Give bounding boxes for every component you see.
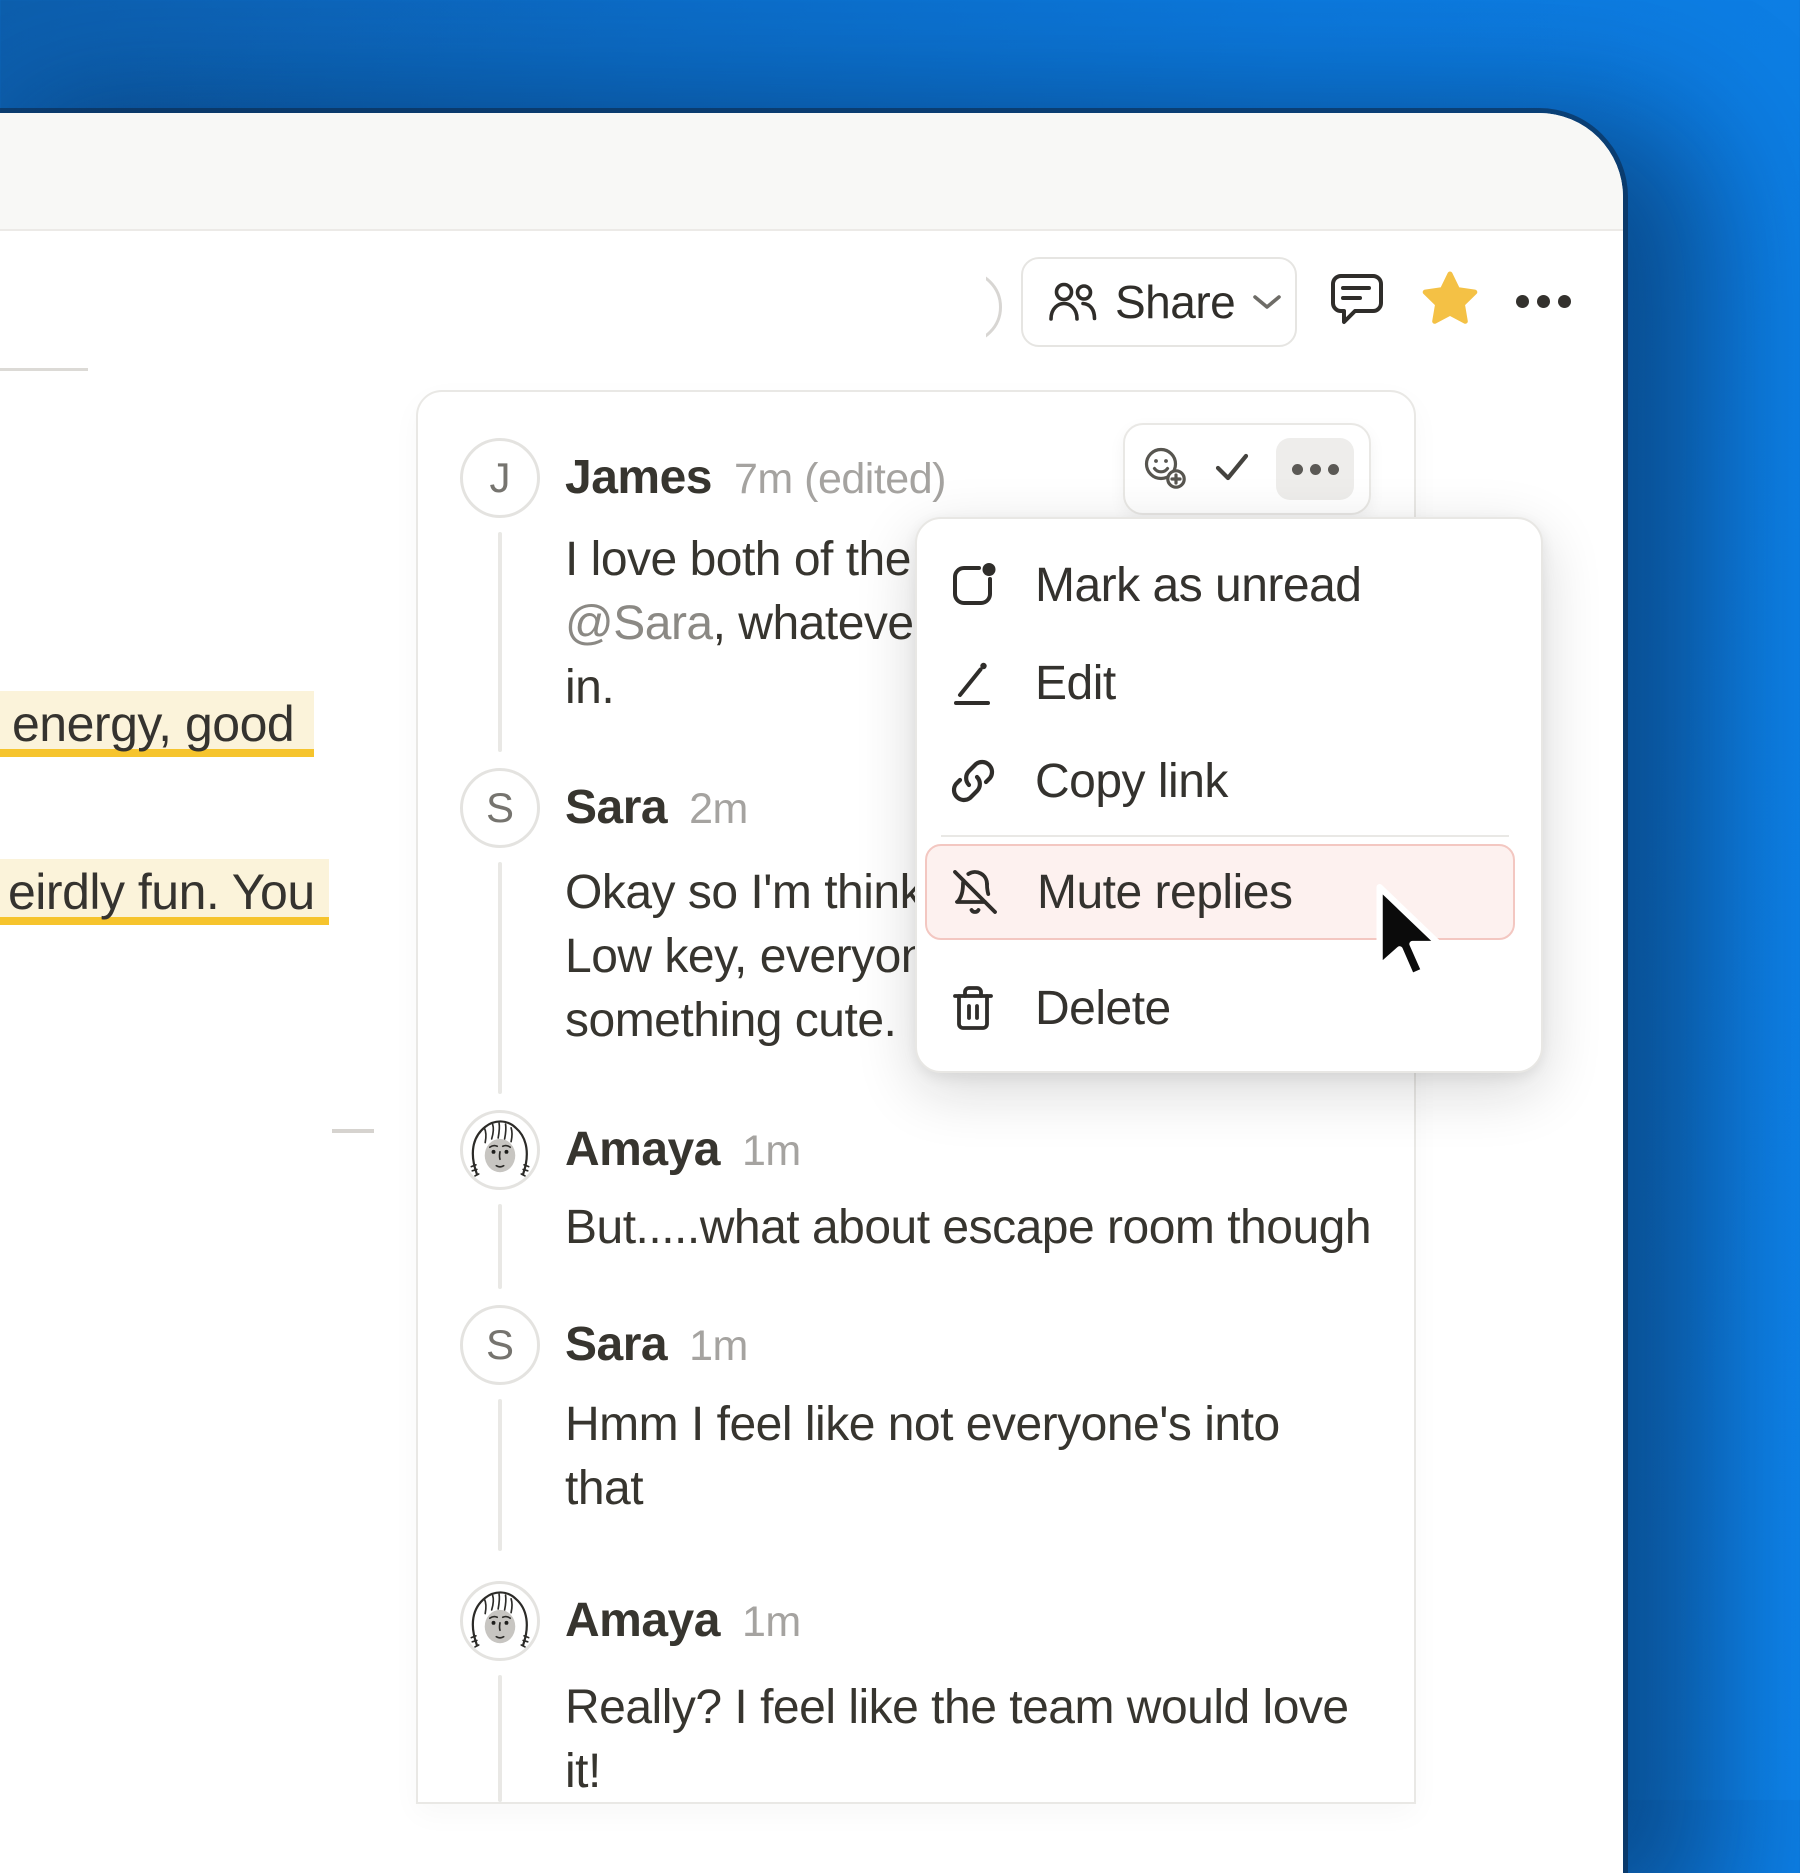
comment-timestamp: 7m (edited) bbox=[734, 455, 946, 503]
chevron-down-icon bbox=[1251, 293, 1283, 311]
ellipsis-icon bbox=[1516, 295, 1571, 308]
menu-item-label: Mark as unread bbox=[1035, 558, 1362, 613]
comment-hover-toolbar bbox=[1123, 423, 1371, 515]
thread-connector-line bbox=[498, 862, 502, 1094]
people-icon bbox=[1047, 279, 1099, 325]
avatar-amaya bbox=[460, 1110, 540, 1190]
user-mention[interactable]: @Sara bbox=[565, 597, 713, 650]
text-segment: that bbox=[565, 1462, 643, 1515]
comment-header: James 7m (edited) bbox=[565, 446, 946, 510]
comment-text-line: But.....what about escape room though bbox=[565, 1196, 1377, 1260]
text-segment: Really? I feel like the team would love bbox=[565, 1681, 1349, 1734]
emoji-plus-icon bbox=[1141, 444, 1187, 495]
add-reaction-button[interactable] bbox=[1140, 445, 1188, 493]
text-segment: I love both of the bbox=[565, 533, 911, 586]
menu-item-label: Mute replies bbox=[1037, 865, 1292, 920]
share-button[interactable]: Share bbox=[1021, 257, 1297, 347]
comment-author: Sara bbox=[565, 1318, 667, 1371]
check-icon bbox=[1211, 447, 1253, 492]
avatar-james: J bbox=[460, 438, 540, 518]
comment-header: Sara 1m bbox=[565, 1313, 748, 1377]
bell-off-icon bbox=[951, 868, 999, 916]
menu-item-label: Edit bbox=[1035, 656, 1116, 711]
text-segment: Hmm I feel like not everyone's into bbox=[565, 1398, 1280, 1451]
comment-author: Sara bbox=[565, 781, 667, 834]
comments-button[interactable] bbox=[1326, 270, 1388, 332]
menu-item-label: Delete bbox=[1035, 981, 1171, 1036]
copy-link-icon bbox=[949, 757, 997, 805]
text-segment: in. bbox=[565, 661, 614, 714]
text-segment: Okay so I'm think bbox=[565, 866, 923, 919]
text-segment: , whatever bbox=[713, 597, 929, 650]
comment-text-line: Hmm I feel like not everyone's into bbox=[565, 1393, 1377, 1457]
edit-icon bbox=[949, 659, 997, 707]
comment-timestamp: 1m bbox=[689, 1322, 748, 1370]
thread-connector-line bbox=[498, 1399, 502, 1551]
comment-timestamp: 1m bbox=[742, 1127, 801, 1175]
text-segment: it! bbox=[565, 1745, 601, 1798]
comment-connector-dash bbox=[332, 1129, 374, 1133]
comment-context-menu: Mark as unread Edit Copy link Mute replies D… bbox=[915, 517, 1543, 1073]
comment-bubble-icon bbox=[1329, 272, 1385, 331]
menu-item-copy-link[interactable]: Copy link bbox=[925, 733, 1531, 829]
comment-text-line: that bbox=[565, 1457, 1377, 1521]
comment-author: Amaya bbox=[565, 1123, 720, 1176]
ellipsis-icon bbox=[1292, 464, 1339, 475]
window-more-button[interactable] bbox=[1510, 286, 1576, 316]
ui-layer: Share energy, good eirdly fun. bbox=[0, 0, 1800, 1800]
favorite-button[interactable] bbox=[1418, 270, 1482, 332]
star-icon bbox=[1421, 271, 1479, 332]
avatar-sara: S bbox=[460, 768, 540, 848]
comment-text-line: it! bbox=[565, 1740, 1377, 1804]
comment-timestamp: 2m bbox=[689, 785, 748, 833]
doc-highlight-2[interactable]: eirdly fun. You bbox=[0, 859, 329, 925]
trash-icon bbox=[949, 984, 997, 1032]
doc-divider-line bbox=[0, 368, 88, 371]
comment-timestamp: 1m bbox=[742, 1598, 801, 1646]
resolve-button[interactable] bbox=[1210, 447, 1254, 491]
avatar-crescent bbox=[928, 270, 1002, 344]
avatar-sara: S bbox=[460, 1305, 540, 1385]
comment-author: Amaya bbox=[565, 1594, 720, 1647]
thread-connector-line bbox=[498, 532, 502, 752]
menu-item-label: Copy link bbox=[1035, 754, 1228, 809]
comment-header: Amaya 1m bbox=[565, 1589, 801, 1653]
text-segment: Low key, everyon bbox=[565, 930, 927, 983]
avatar-amaya bbox=[460, 1581, 540, 1661]
thread-connector-line bbox=[498, 1204, 502, 1289]
text-segment: But.....what about escape room though bbox=[565, 1201, 1371, 1254]
mouse-cursor bbox=[1370, 884, 1458, 989]
comment-text-line: Really? I feel like the team would love bbox=[565, 1676, 1377, 1740]
comment-header: Sara 2m bbox=[565, 776, 748, 840]
menu-divider bbox=[941, 835, 1509, 837]
comment-header: Amaya 1m bbox=[565, 1118, 801, 1182]
thread-connector-line bbox=[498, 1675, 502, 1802]
comment-author: James bbox=[565, 451, 712, 504]
comment-more-button[interactable] bbox=[1276, 438, 1354, 500]
share-button-label: Share bbox=[1115, 275, 1235, 329]
menu-item-mark-as-unread[interactable]: Mark as unread bbox=[925, 537, 1531, 633]
text-segment: something cute. bbox=[565, 994, 896, 1047]
doc-highlight-1[interactable]: energy, good bbox=[0, 691, 314, 757]
menu-item-edit[interactable]: Edit bbox=[925, 635, 1531, 731]
mark-unread-icon bbox=[949, 561, 997, 609]
